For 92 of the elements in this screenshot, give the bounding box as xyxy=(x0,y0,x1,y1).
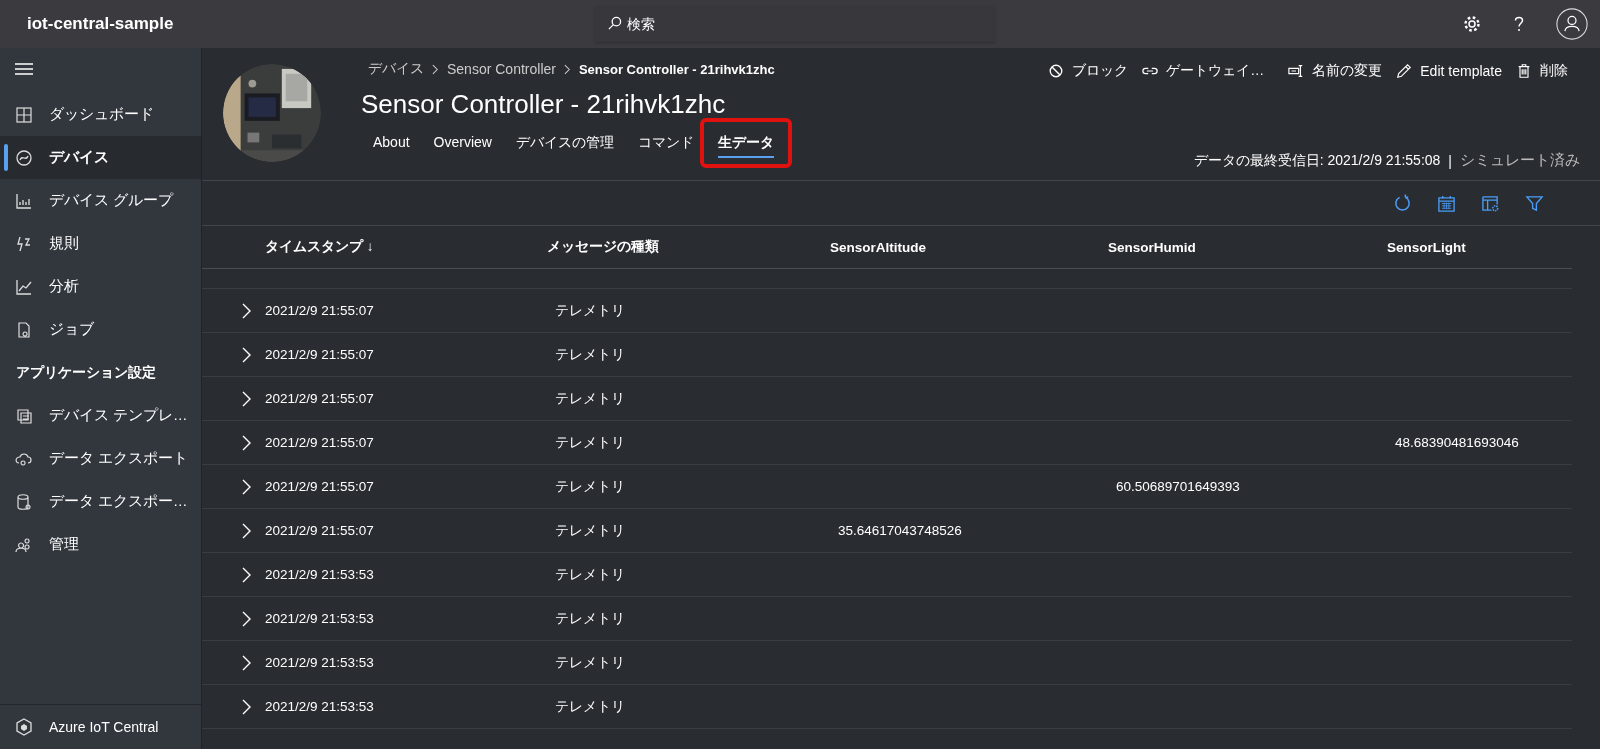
action-button[interactable]: 削除 xyxy=(1512,60,1572,82)
last-received-text: データの最終受信日: 2021/2/9 21:55:08 xyxy=(1193,151,1441,170)
expand-icon[interactable] xyxy=(241,522,251,539)
product-link[interactable]: Azure IoT Central xyxy=(0,704,201,749)
devices-icon xyxy=(15,148,33,167)
action-button[interactable]: 名前の変更 xyxy=(1284,60,1387,82)
table-cell-text: テレメトリ xyxy=(554,697,625,716)
nav-item[interactable]: デバイス テンプレ… xyxy=(0,394,201,437)
table-cell-text: テレメトリ xyxy=(554,433,625,452)
column-header[interactable]: メッセージの種類 xyxy=(547,238,659,256)
filter-icon[interactable] xyxy=(1525,193,1544,213)
table-cell-text: 35.64617043748526 xyxy=(837,523,962,538)
line-chart-icon xyxy=(15,277,33,296)
nav-item[interactable]: デバイス グループ xyxy=(0,179,201,222)
nav-item[interactable]: ダッシュボード xyxy=(0,93,201,136)
nav-item[interactable]: ジョブ xyxy=(0,308,201,351)
separator-text: | xyxy=(1448,152,1452,169)
breadcrumb-link[interactable]: デバイス xyxy=(368,60,424,78)
expand-icon[interactable] xyxy=(241,698,251,715)
tab[interactable]: 生データ xyxy=(705,130,786,162)
nav-item[interactable]: データ エクスポート xyxy=(0,437,201,480)
column-header[interactable]: SensorLight xyxy=(1387,239,1466,255)
simulated-status: シミュレート済み xyxy=(1460,151,1580,170)
table-cell-text: テレメトリ xyxy=(554,345,625,364)
table-cell-text: テレメトリ xyxy=(554,609,625,628)
rename-icon xyxy=(1288,63,1305,79)
expand-icon[interactable] xyxy=(241,434,251,451)
search-icon xyxy=(607,16,622,31)
chevron-icon xyxy=(563,63,571,75)
expand-icon[interactable] xyxy=(241,390,251,407)
refresh-icon[interactable] xyxy=(1393,193,1412,213)
app-title: iot-central-sample xyxy=(27,14,175,34)
expand-icon[interactable] xyxy=(241,654,251,671)
table-cell-text: テレメトリ xyxy=(554,301,625,320)
table-cell-text: 48.68390481693046 xyxy=(1394,435,1519,450)
search-field[interactable]: 検索 xyxy=(595,6,995,42)
settings-icon[interactable] xyxy=(1462,14,1482,34)
column-settings-icon[interactable] xyxy=(1481,193,1500,213)
column-header[interactable]: SensorAltitude xyxy=(830,239,926,255)
dashboard-icon xyxy=(15,105,33,124)
nav-item[interactable]: 分析 xyxy=(0,265,201,308)
pencil-icon xyxy=(1396,63,1413,79)
table-cell: 2021/2/9 21:55:07 xyxy=(265,303,374,318)
table-cell: 2021/2/9 21:55:07 xyxy=(265,523,374,538)
database-icon xyxy=(15,492,33,511)
expand-icon[interactable] xyxy=(241,302,251,319)
table-cell-text: テレメトリ xyxy=(554,389,625,408)
table-cell: 2021/2/9 21:53:53 xyxy=(265,699,374,714)
template-icon xyxy=(15,406,33,425)
trash-icon xyxy=(1516,63,1532,79)
table-cell-text: テレメトリ xyxy=(554,477,625,496)
breadcrumb-link[interactable]: Sensor Controller xyxy=(447,61,556,77)
expand-icon[interactable] xyxy=(241,566,251,583)
nav-item[interactable]: デバイス xyxy=(0,136,201,179)
chevron-icon xyxy=(432,63,439,75)
expand-icon[interactable] xyxy=(241,346,251,363)
tab[interactable]: デバイスの管理 xyxy=(503,130,626,162)
tab[interactable]: About xyxy=(361,130,422,160)
table-cell-text: テレメトリ xyxy=(554,565,625,584)
table-cell-text: 60.50689701649393 xyxy=(1115,479,1240,494)
tab[interactable]: コマンド xyxy=(625,130,706,162)
chart-icon xyxy=(15,191,33,210)
column-header[interactable]: SensorHumid xyxy=(1108,239,1196,255)
hexagon-icon xyxy=(15,718,33,736)
table-cell: 2021/2/9 21:53:53 xyxy=(265,567,374,582)
action-button[interactable]: ゲートウェイ… xyxy=(1138,60,1269,82)
action-button[interactable]: Edit template xyxy=(1392,60,1506,82)
nav-item[interactable]: 管理 xyxy=(0,523,201,566)
device-title: Sensor Controller - 21rihvk1zhc xyxy=(361,88,727,120)
tab[interactable]: Overview xyxy=(421,130,504,160)
action-button[interactable]: ブロック xyxy=(1044,60,1133,82)
table-cell: 2021/2/9 21:55:07 xyxy=(265,391,374,406)
table-cell: 2021/2/9 21:55:07 xyxy=(265,347,374,362)
table-cell: 2021/2/9 21:55:07 xyxy=(265,435,374,450)
rules-icon xyxy=(15,234,33,253)
job-icon xyxy=(15,320,33,339)
table-cell-text: テレメトリ xyxy=(554,521,625,540)
table-cell: 2021/2/9 21:53:53 xyxy=(265,611,374,626)
column-header[interactable]: タイムスタンプ ↓ xyxy=(265,238,374,256)
block-icon xyxy=(1048,63,1065,79)
people-icon xyxy=(15,535,33,554)
table-cell-text: テレメトリ xyxy=(554,653,625,672)
expand-icon[interactable] xyxy=(241,478,251,495)
account-icon[interactable] xyxy=(1556,8,1588,40)
table-cell: 2021/2/9 21:55:07 xyxy=(265,479,374,494)
expand-icon[interactable] xyxy=(241,610,251,627)
section-heading: アプリケーション設定 xyxy=(15,362,157,382)
menu-icon[interactable] xyxy=(15,63,33,75)
nav-item[interactable]: データ エクスポー… xyxy=(0,480,201,523)
calendar-icon[interactable] xyxy=(1437,193,1456,213)
table-cell: 2021/2/9 21:53:53 xyxy=(265,655,374,670)
nav-item[interactable]: 規則 xyxy=(0,222,201,265)
